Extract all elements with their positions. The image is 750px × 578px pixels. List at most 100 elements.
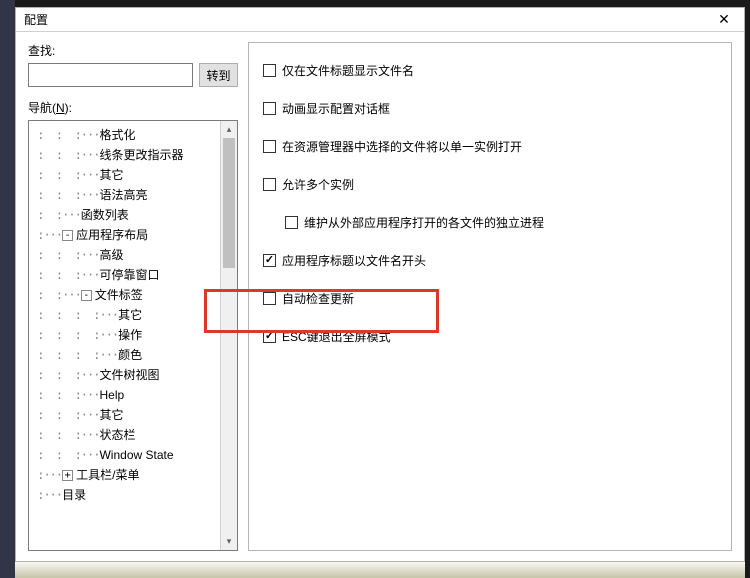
- tree-item-label: 工具栏/菜单: [76, 465, 139, 485]
- tree-item[interactable]: :···目录: [31, 485, 237, 505]
- tree-item-label: 文件标签: [95, 285, 143, 305]
- collapse-icon[interactable]: -: [81, 290, 92, 301]
- scroll-up-icon[interactable]: ▴: [221, 121, 237, 138]
- tree-indent: : : :···: [31, 365, 99, 385]
- tree-item[interactable]: : :···-文件标签: [31, 285, 237, 305]
- option-label: 仅在文件标题显示文件名: [282, 62, 414, 79]
- option-row: 在资源管理器中选择的文件将以单一实例打开: [263, 137, 717, 155]
- option-row: 维护从外部应用程序打开的各文件的独立进程: [285, 213, 717, 231]
- tree-item[interactable]: : : : :···颜色: [31, 345, 237, 365]
- tree-item[interactable]: : : :···Window State: [31, 445, 237, 465]
- expand-icon[interactable]: +: [62, 470, 73, 481]
- goto-button[interactable]: 转到: [199, 63, 238, 87]
- option-checkbox[interactable]: [263, 140, 276, 153]
- tree-item-label: 线条更改指示器: [99, 145, 183, 165]
- tree-item[interactable]: : :···函数列表: [31, 205, 237, 225]
- option-row: 自动检查更新: [263, 289, 717, 307]
- dialog-body: 查找: 转到 导航(N): : : :···格式化 : : :···线条更改指示…: [16, 32, 744, 561]
- tree-item[interactable]: : : : :···操作: [31, 325, 237, 345]
- nav-label-post: ):: [65, 101, 72, 115]
- tree-item-label: 状态栏: [99, 425, 135, 445]
- options-panel: 仅在文件标题显示文件名动画显示配置对话框在资源管理器中选择的文件将以单一实例打开…: [248, 42, 732, 551]
- find-label: 查找:: [28, 42, 238, 59]
- tree-item-label: 可停靠窗口: [99, 265, 159, 285]
- find-input[interactable]: [28, 63, 193, 87]
- tree-item-label: 其它: [99, 165, 123, 185]
- tree-indent: : : : :···: [31, 325, 118, 345]
- tree-item-label: 操作: [118, 325, 142, 345]
- tree-indent: : :···: [31, 285, 81, 305]
- tree-item[interactable]: :···+工具栏/菜单: [31, 465, 237, 485]
- tree-item[interactable]: : : :···Help: [31, 385, 237, 405]
- tree-item-label: 格式化: [99, 125, 135, 145]
- tree-item[interactable]: : : :···状态栏: [31, 425, 237, 445]
- tree-item-label: Help: [99, 385, 124, 405]
- tree-indent: : : :···: [31, 405, 99, 425]
- option-row: 仅在文件标题显示文件名: [263, 61, 717, 79]
- config-dialog: 配置 ✕ 查找: 转到 导航(N): : : :···格式化 : : :···线…: [15, 7, 745, 562]
- tree-item-label: 应用程序布局: [76, 225, 148, 245]
- tree-item-label: 语法高亮: [99, 185, 147, 205]
- tree-indent: : : :···: [31, 385, 99, 405]
- scroll-track[interactable]: [221, 138, 237, 533]
- find-row: 转到: [28, 63, 238, 87]
- tree-item[interactable]: :···-应用程序布局: [31, 225, 237, 245]
- tree-item-label: 颜色: [118, 345, 142, 365]
- option-row: 允许多个实例: [263, 175, 717, 193]
- option-row: 动画显示配置对话框: [263, 99, 717, 117]
- left-panel: 查找: 转到 导航(N): : : :···格式化 : : :···线条更改指示…: [28, 42, 238, 551]
- option-label: 自动检查更新: [282, 290, 354, 307]
- option-label: 动画显示配置对话框: [282, 100, 390, 117]
- tree-item[interactable]: : : :···文件树视图: [31, 365, 237, 385]
- nav-tree-inner: : : :···格式化 : : :···线条更改指示器 : : :···其它 :…: [29, 121, 237, 509]
- tree-indent: : : :···: [31, 165, 99, 185]
- bottom-shadow: [15, 562, 745, 578]
- tree-item[interactable]: : : :···其它: [31, 405, 237, 425]
- app-side-strip: [0, 0, 15, 578]
- option-label: 应用程序标题以文件名开头: [282, 252, 426, 269]
- tree-indent: : : :···: [31, 145, 99, 165]
- option-checkbox[interactable]: [263, 178, 276, 191]
- option-row: 应用程序标题以文件名开头: [263, 251, 717, 269]
- collapse-icon[interactable]: -: [62, 230, 73, 241]
- dialog-title: 配置: [24, 11, 712, 28]
- tree-indent: : : :···: [31, 265, 99, 285]
- option-checkbox[interactable]: [263, 64, 276, 77]
- option-label: ESC键退出全屏模式: [282, 328, 391, 345]
- tree-indent: : :···: [31, 205, 81, 225]
- tree-indent: :···: [31, 225, 62, 245]
- tree-item-label: 其它: [99, 405, 123, 425]
- option-label: 在资源管理器中选择的文件将以单一实例打开: [282, 138, 522, 155]
- tree-item-label: 函数列表: [81, 205, 129, 225]
- tree-indent: : : :···: [31, 185, 99, 205]
- option-checkbox[interactable]: [263, 330, 276, 343]
- tree-indent: : : :···: [31, 425, 99, 445]
- scroll-thumb[interactable]: [223, 138, 235, 268]
- scroll-down-icon[interactable]: ▾: [221, 533, 237, 550]
- tree-indent: : : : :···: [31, 305, 118, 325]
- tree-indent: : : :···: [31, 125, 99, 145]
- tree-item[interactable]: : : :···可停靠窗口: [31, 265, 237, 285]
- option-checkbox[interactable]: [263, 254, 276, 267]
- tree-item[interactable]: : : : :···其它: [31, 305, 237, 325]
- close-icon[interactable]: ✕: [712, 11, 736, 28]
- tree-item-label: 文件树视图: [99, 365, 159, 385]
- tree-item[interactable]: : : :···格式化: [31, 125, 237, 145]
- tree-item-label: 高级: [99, 245, 123, 265]
- option-checkbox[interactable]: [263, 102, 276, 115]
- tree-indent: : : :···: [31, 445, 99, 465]
- nav-tree: : : :···格式化 : : :···线条更改指示器 : : :···其它 :…: [28, 120, 238, 551]
- titlebar: 配置 ✕: [16, 8, 744, 32]
- tree-item[interactable]: : : :···线条更改指示器: [31, 145, 237, 165]
- tree-scrollbar[interactable]: ▴ ▾: [220, 121, 237, 550]
- option-checkbox[interactable]: [263, 292, 276, 305]
- tree-item[interactable]: : : :···其它: [31, 165, 237, 185]
- tree-indent: : : :···: [31, 245, 99, 265]
- tree-item[interactable]: : : :···语法高亮: [31, 185, 237, 205]
- tree-item[interactable]: : : :···高级: [31, 245, 237, 265]
- tree-item-label: 目录: [62, 485, 86, 505]
- tree-indent: :···: [31, 465, 62, 485]
- tree-indent: : : : :···: [31, 345, 118, 365]
- nav-label-accel: N: [56, 101, 65, 115]
- option-checkbox[interactable]: [285, 216, 298, 229]
